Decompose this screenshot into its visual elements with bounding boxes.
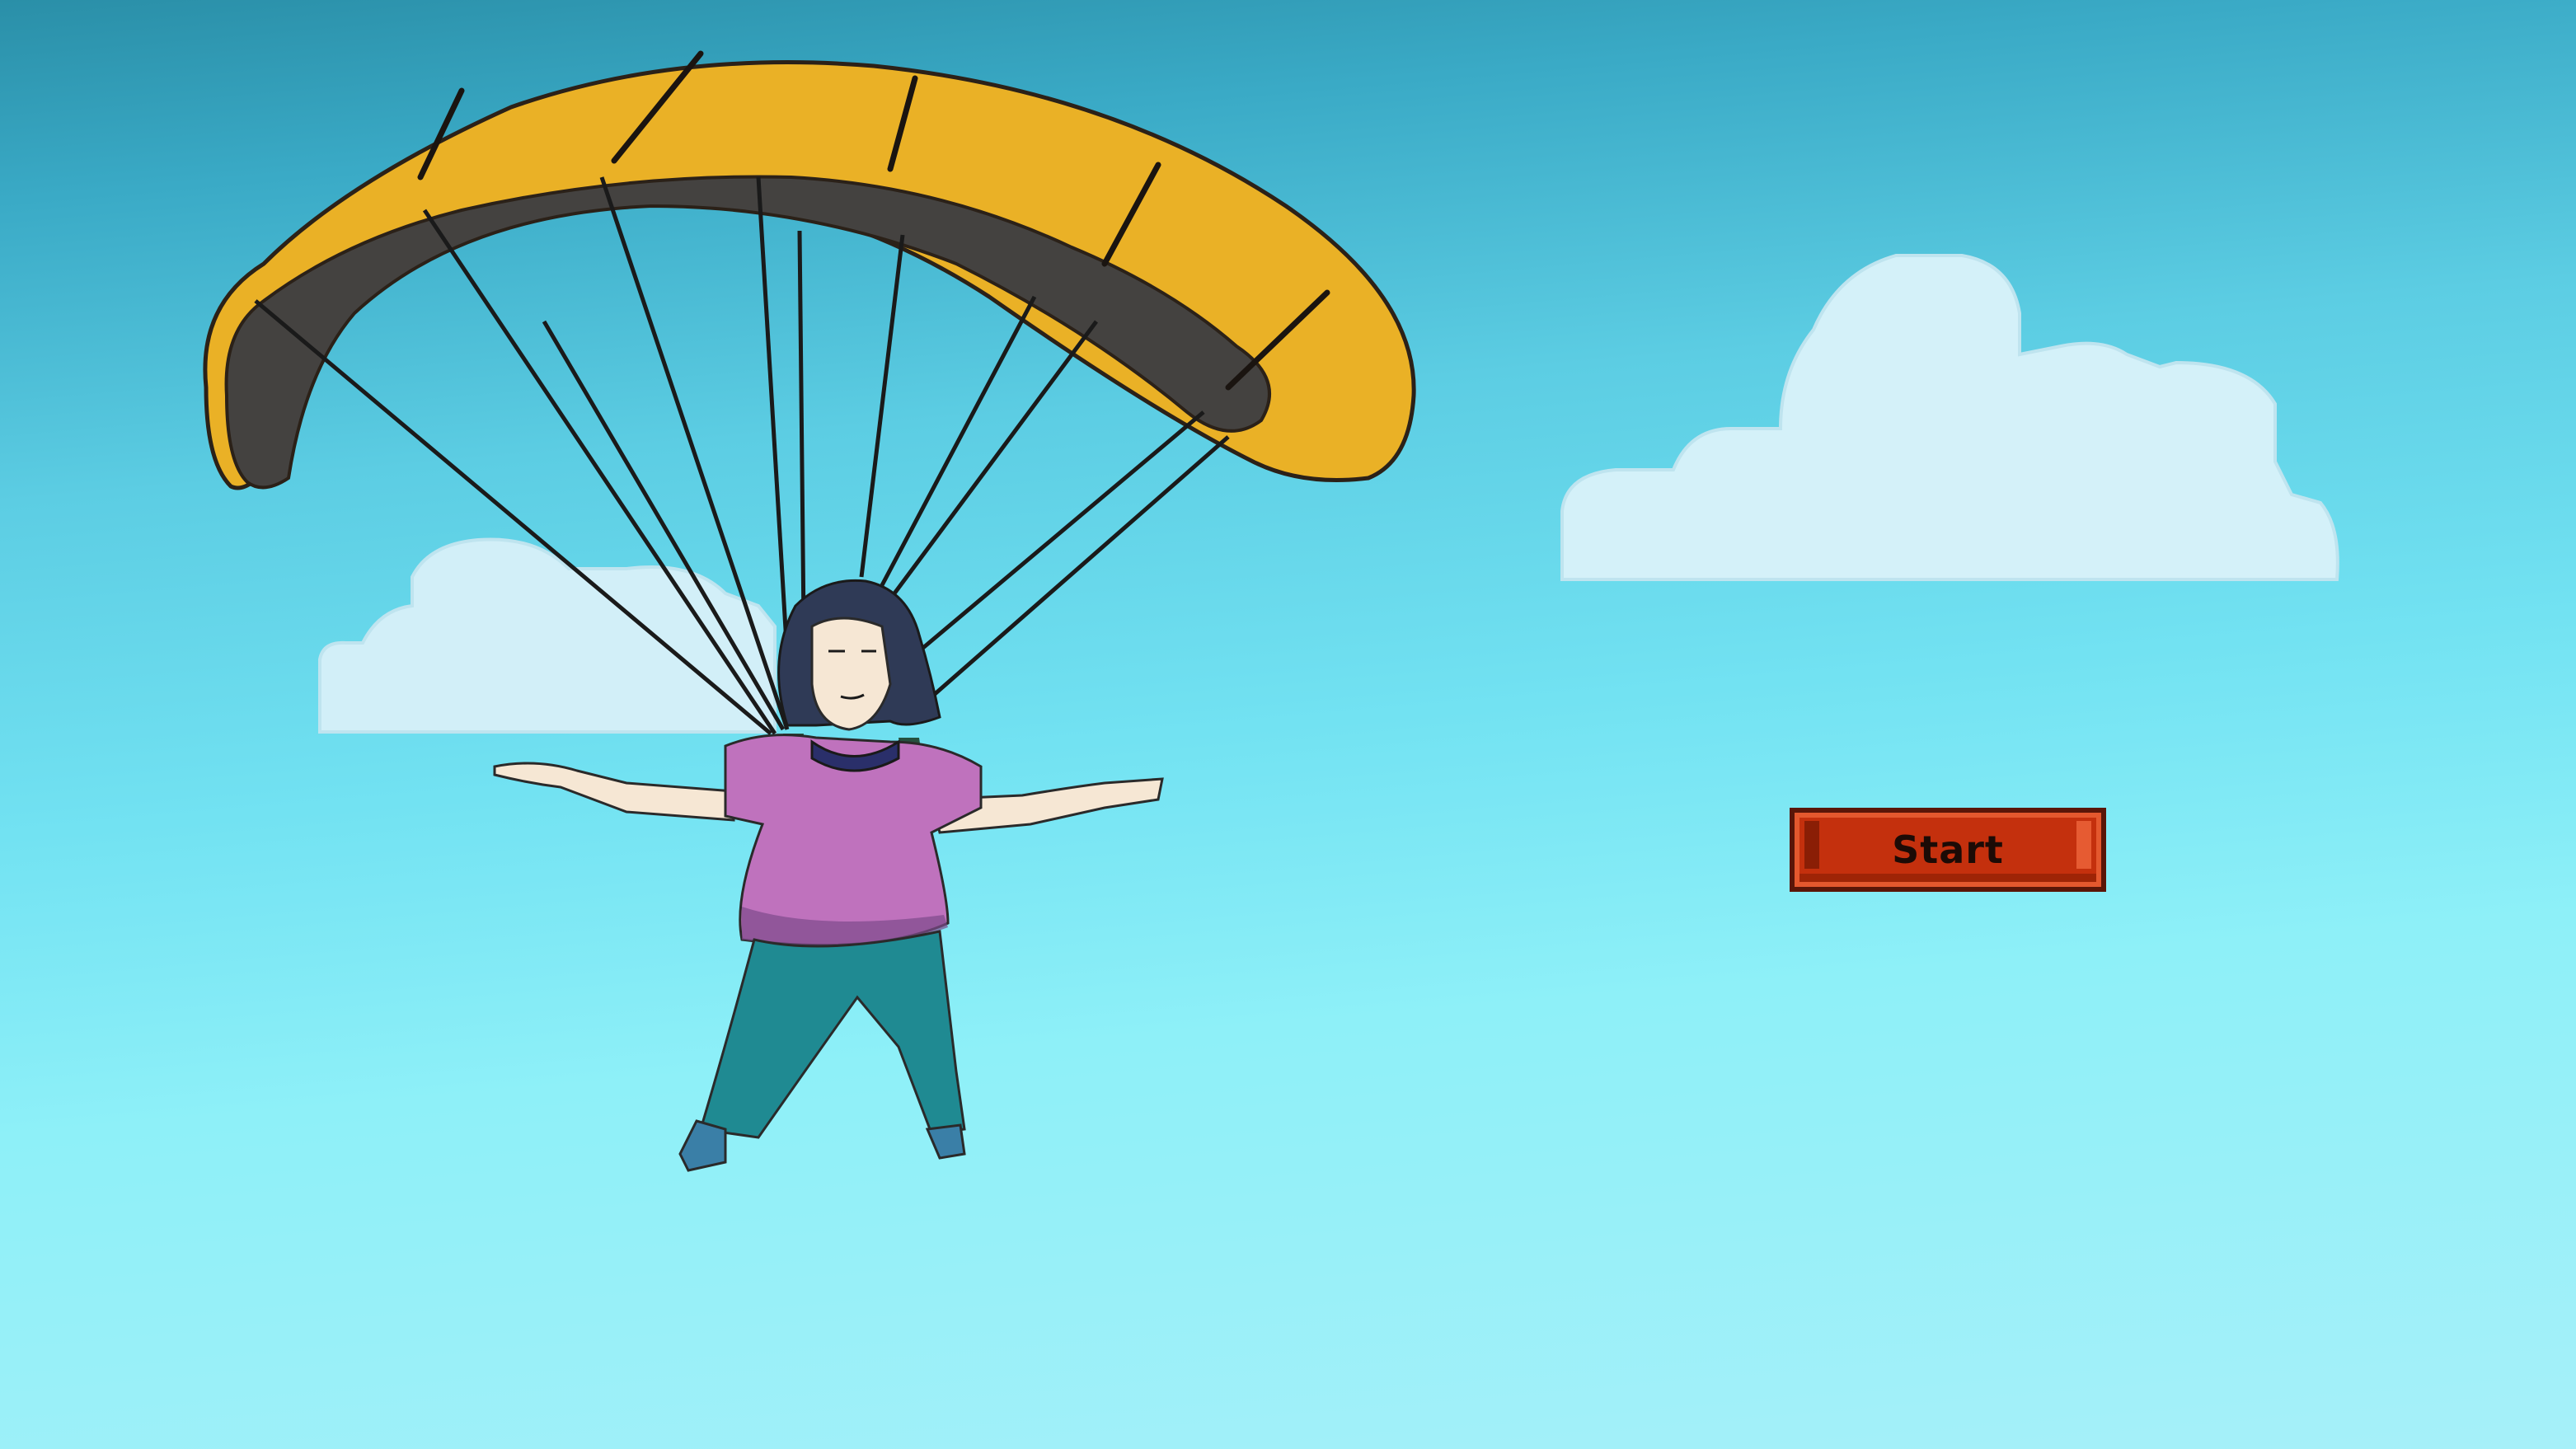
start-button[interactable]: Start [1790,808,2106,892]
start-button-label: Start [1892,828,2004,872]
cloud-right [1560,254,2339,581]
game-scene: Start [0,0,2576,1449]
paraglider-canopy [203,50,1416,490]
sky-illustration [203,50,2339,1172]
cloud-left [318,537,777,734]
